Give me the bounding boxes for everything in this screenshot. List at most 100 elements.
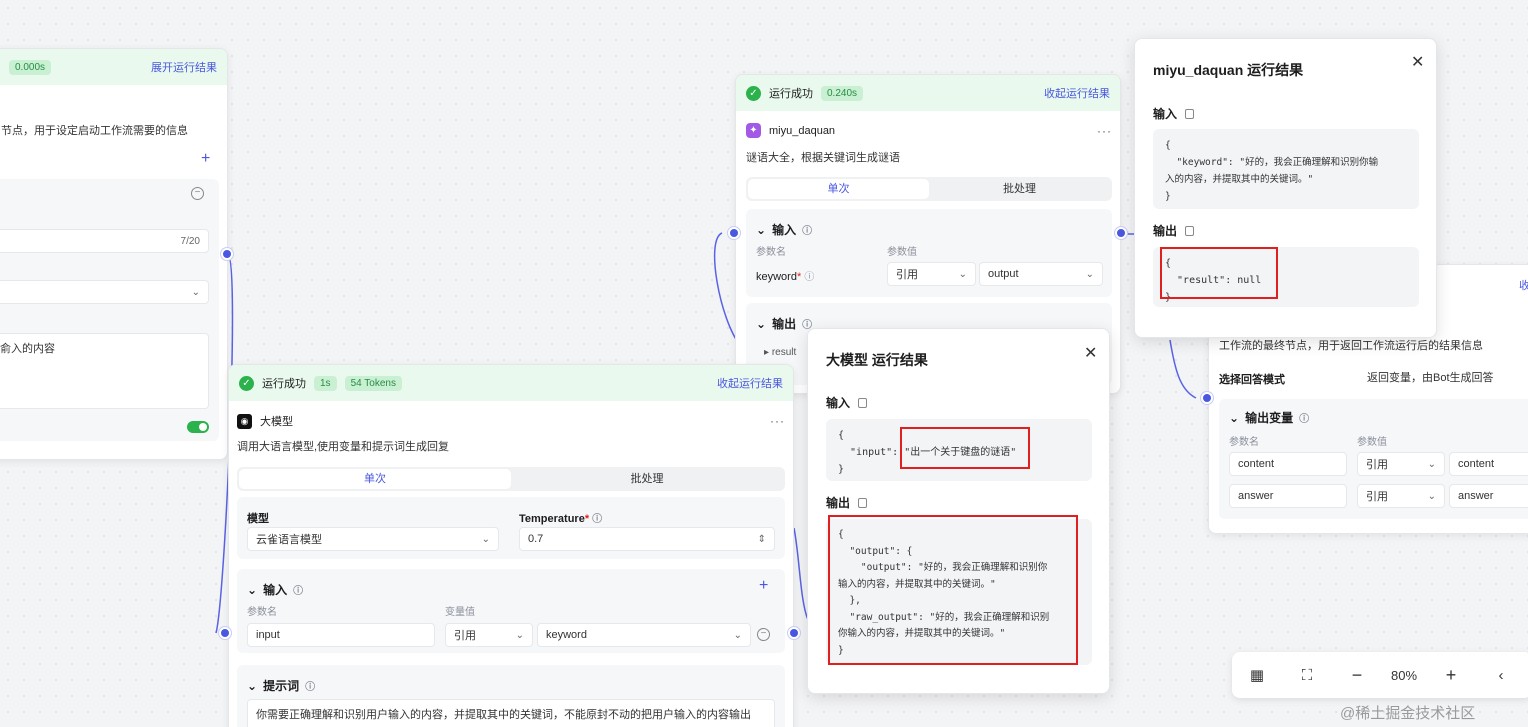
temperature-input[interactable]: 0.7 ⇕: [519, 527, 775, 551]
llm-input-port[interactable]: [219, 627, 231, 639]
col-var-value: 变量值: [445, 607, 475, 618]
miyu-mode-tabs: 单次 批处理: [746, 177, 1112, 201]
chevron-down-icon: ⌄: [191, 286, 200, 298]
success-icon: ✓: [746, 85, 761, 101]
miyu-output-title-row[interactable]: ⌄ 输出 ⓘ: [756, 315, 812, 332]
stepper-icon[interactable]: ⇕: [758, 534, 766, 545]
output-result-item[interactable]: ▸ result: [764, 347, 796, 358]
fit-view-icon[interactable]: ⛶: [1282, 667, 1332, 684]
miyu-title-row: ✦ miyu_daquan ···: [746, 123, 1112, 138]
highlight-box: [1160, 247, 1278, 299]
miyu-input-title: 输入: [772, 223, 797, 237]
llm-title-row: ◉ 大模型 ···: [237, 413, 785, 429]
tab-batch[interactable]: 批处理: [511, 469, 783, 489]
prompt-textarea[interactable]: 你需要正确理解和识别用户输入的内容，并提取其中的关键词，不能原封不动的把用户输入…: [247, 699, 775, 727]
end-vars-title-row[interactable]: ⌄ 输出变量 ⓘ: [1229, 409, 1309, 426]
input-value-select[interactable]: keyword ⌄: [537, 623, 751, 647]
add-input-icon[interactable]: +: [759, 577, 768, 595]
tab-single[interactable]: 单次: [239, 469, 511, 489]
zoom-in-button[interactable]: +: [1426, 665, 1476, 686]
char-counter: 7/20: [180, 235, 200, 247]
llm-prompt-title-row[interactable]: ⌄ 提示词 ⓘ: [247, 677, 315, 694]
llm-output-port[interactable]: [788, 627, 800, 639]
var-value-select[interactable]: answer: [1449, 484, 1528, 508]
param-desc-text: 俞入的内容: [0, 343, 55, 355]
chevron-down-icon: ⌄: [958, 268, 967, 280]
more-icon[interactable]: ···: [770, 414, 785, 428]
col-param-name: 参数名: [756, 247, 786, 258]
llm-model-section: 模型 云雀语言模型 ⌄ Temperature* ⓘ 0.7 ⇕: [237, 497, 785, 559]
miyu-popup-input-code: { "keyword": "好的，我会正确理解和识别你输 入的内容，并提取其中的…: [1153, 129, 1419, 209]
llm-prompt-title: 提示词: [263, 679, 300, 693]
zoom-out-button[interactable]: −: [1332, 665, 1382, 686]
miyu-input-port[interactable]: [728, 227, 740, 239]
param-name-input[interactable]: 7/20: [0, 229, 209, 253]
llm-input-section: ⌄ 输入 ⓘ + 参数名 变量值 input 引用 ⌄ keyword ⌄ −: [237, 569, 785, 653]
tab-single[interactable]: 单次: [748, 179, 929, 199]
llm-node[interactable]: ✓ 运行成功 1s 54 Tokens 收起运行结果 ◉ 大模型 ··· 调用大…: [228, 364, 794, 727]
copy-icon[interactable]: [1185, 225, 1195, 236]
info-icon: ⓘ: [305, 682, 316, 693]
chevron-down-icon: ⌄: [481, 533, 490, 545]
info-icon: ⓘ: [802, 226, 813, 237]
llm-name: 大模型: [260, 416, 293, 428]
more-icon[interactable]: ···: [1097, 124, 1112, 138]
expand-result-link[interactable]: 展开运行结果: [151, 59, 217, 75]
add-icon[interactable]: +: [201, 150, 210, 168]
var-name-input[interactable]: answer: [1229, 484, 1347, 508]
chevron-down-icon: ⌄: [756, 316, 767, 331]
temperature-label: Temperature* ⓘ: [519, 513, 603, 525]
llm-tokens-badge: 54 Tokens: [344, 375, 402, 391]
llm-collapse-link[interactable]: 收起运行结果: [717, 375, 783, 391]
close-icon[interactable]: ✕: [1411, 52, 1424, 72]
tab-batch[interactable]: 批处理: [929, 179, 1110, 199]
remove-icon[interactable]: −: [191, 187, 204, 200]
col-param-name: 参数名: [247, 607, 277, 618]
miyu-input-title-row[interactable]: ⌄ 输入 ⓘ: [756, 221, 812, 238]
chevron-down-icon: ⌄: [1427, 458, 1436, 470]
param-desc-input[interactable]: 俞入的内容: [0, 333, 209, 409]
required-toggle[interactable]: [187, 421, 209, 433]
start-output-port[interactable]: [221, 248, 233, 260]
success-icon: ✓: [239, 375, 254, 391]
layout-icon[interactable]: ▦: [1232, 666, 1282, 684]
col-param-value: 参数值: [887, 247, 917, 258]
value-select[interactable]: output ⌄: [979, 262, 1103, 286]
miyu-status: 运行成功: [769, 88, 813, 100]
input-name-field[interactable]: input: [247, 623, 435, 647]
llm-input-title-row[interactable]: ⌄ 输入 ⓘ: [247, 581, 303, 598]
collapse-icon[interactable]: ‹: [1476, 667, 1526, 684]
copy-icon[interactable]: [858, 497, 868, 508]
miyu-popup-title: miyu_daquan 运行结果: [1153, 62, 1304, 78]
end-input-port[interactable]: [1201, 392, 1213, 404]
miyu-popup-output-label: 输出: [1153, 222, 1195, 239]
copy-icon[interactable]: [858, 397, 868, 408]
var-ref-select[interactable]: 引用 ⌄: [1357, 484, 1445, 508]
input-ref-select[interactable]: 引用 ⌄: [445, 623, 533, 647]
answer-mode-select[interactable]: 返回变量，由Bot生成回答: [1359, 365, 1528, 389]
col-param-name: 参数名: [1229, 437, 1259, 448]
chevron-down-icon: ⌄: [1229, 410, 1240, 425]
llm-result-popup: 大模型 运行结果 ✕ 输入 { "input": "出一个关于键盘的谜语" } …: [807, 328, 1110, 694]
var-value-select[interactable]: content: [1449, 452, 1528, 476]
miyu-output-port[interactable]: [1115, 227, 1127, 239]
close-icon[interactable]: ✕: [1084, 343, 1097, 363]
start-node-header: 0.000s 展开运行结果: [0, 49, 227, 85]
copy-icon[interactable]: [1185, 108, 1195, 119]
var-name-input[interactable]: content: [1229, 452, 1347, 476]
end-collapse-link[interactable]: 收: [1519, 277, 1528, 293]
col-param-value: 参数值: [1357, 437, 1387, 448]
info-icon: ⓘ: [293, 586, 304, 597]
start-node[interactable]: 0.000s 展开运行结果 节点，用于设定启动工作流需要的信息 + − 7/20…: [0, 48, 228, 460]
llm-popup-title: 大模型 运行结果: [826, 352, 928, 368]
model-label: 模型: [247, 513, 269, 525]
miyu-collapse-link[interactable]: 收起运行结果: [1044, 85, 1110, 101]
param-type-select[interactable]: ⌄: [0, 280, 209, 304]
remove-input-icon[interactable]: −: [757, 628, 770, 641]
model-select[interactable]: 云雀语言模型 ⌄: [247, 527, 499, 551]
var-ref-select[interactable]: 引用 ⌄: [1357, 452, 1445, 476]
ref-select[interactable]: 引用 ⌄: [887, 262, 976, 286]
watermark: @稀土掘金技术社区: [1340, 705, 1476, 722]
chevron-down-icon: ⌄: [247, 582, 258, 597]
end-vars-title: 输出变量: [1245, 411, 1294, 425]
